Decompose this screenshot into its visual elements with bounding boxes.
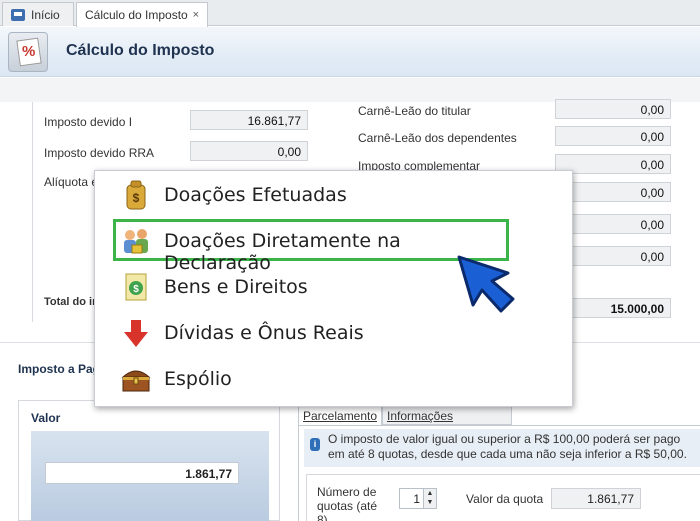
menu-item-label: Dívidas e Ônus Reais xyxy=(164,322,364,344)
carne-leao-titular-label: Carnê-Leão do titular xyxy=(358,104,471,118)
tab-calculo-label: Cálculo do Imposto xyxy=(85,8,188,22)
section-title-imposto-pagar: Imposto a Pag xyxy=(18,362,101,376)
tab-informacoes-bancarias[interactable]: Informações Bancárias xyxy=(382,405,512,437)
tax-calculation-icon: % xyxy=(8,32,48,72)
valor-quota-label: Valor da quota xyxy=(466,492,544,506)
tab-bar: Início Cálculo do Imposto × xyxy=(0,0,700,27)
menu-item-doacoes-diretamente[interactable]: Doações Diretamente na Declaração xyxy=(113,219,509,274)
pointer-arrow-icon xyxy=(457,255,515,313)
menu-item-dividas-onus[interactable]: Dívidas e Ônus Reais xyxy=(95,311,572,355)
imposto-devido-rra-label: Imposto devido RRA xyxy=(44,146,155,160)
close-icon[interactable]: × xyxy=(193,9,199,21)
valor-label: Valor xyxy=(31,411,61,425)
quotas-label: Número de quotas (até 8) xyxy=(317,485,378,521)
menu-item-label: Espólio xyxy=(164,368,232,390)
valor-box: Valor xyxy=(18,400,280,521)
quotas-stepper[interactable]: 1 ▲ ▼ xyxy=(399,488,437,509)
menu-item-doacoes-efetuadas[interactable]: $ Doações Efetuadas xyxy=(95,173,572,217)
valor-value: 1.861,77 xyxy=(45,462,239,484)
carne-leao-dependentes-value: 0,00 xyxy=(555,126,671,146)
tab-parcelamento[interactable]: Parcelamento xyxy=(298,405,382,425)
aliquota-label: Alíquota e xyxy=(44,175,99,189)
total-label: Total do in xyxy=(44,296,99,308)
home-icon xyxy=(11,8,25,21)
svg-text:$: $ xyxy=(133,191,140,205)
tab-calculo-imposto[interactable]: Cálculo do Imposto × xyxy=(76,2,208,27)
menu-item-label: Bens e Direitos xyxy=(164,276,308,298)
menu-item-espolio[interactable]: Espólio xyxy=(95,357,572,401)
treasure-chest-icon xyxy=(121,370,151,392)
imposto-devido-label: Imposto devido I xyxy=(44,115,133,129)
info-icon: i xyxy=(310,438,320,451)
money-bag-icon: $ xyxy=(126,180,146,210)
document-money-icon: $ xyxy=(125,273,147,301)
quotas-stepper-value: 1 xyxy=(413,492,420,506)
page-title: Cálculo do Imposto xyxy=(66,42,215,59)
carne-leao-titular-value: 0,00 xyxy=(555,99,671,119)
page-header: % Cálculo do Imposto xyxy=(0,27,700,77)
menu-item-label: Doações Efetuadas xyxy=(164,184,347,206)
imposto-devido-rra-value: 0,00 xyxy=(190,141,308,161)
carne-leao-dependentes-label: Carnê-Leão dos dependentes xyxy=(358,131,517,145)
info-text: O imposto de valor igual ou superior a R… xyxy=(328,432,687,461)
debt-arrow-icon xyxy=(124,320,148,347)
people-donation-icon xyxy=(124,229,148,254)
stepper-arrows-icon[interactable]: ▲ ▼ xyxy=(423,489,436,508)
tab-inicio[interactable]: Início xyxy=(2,2,74,26)
imposto-devido-value: 16.861,77 xyxy=(190,110,308,130)
svg-text:$: $ xyxy=(133,284,139,295)
tab-inicio-label: Início xyxy=(31,7,60,22)
valor-quota-value: 1.861,77 xyxy=(551,488,641,509)
